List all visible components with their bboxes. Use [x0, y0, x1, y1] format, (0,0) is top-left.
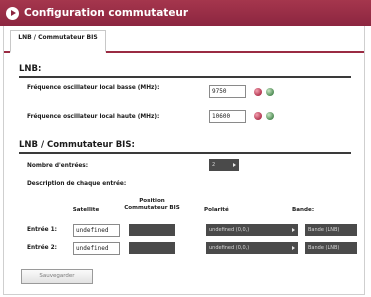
window-titlebar: Configuration commutateur [0, 0, 371, 26]
row-1-band-value: Bande (LNB) [308, 227, 340, 233]
row-1-position-select[interactable] [129, 224, 175, 236]
input-count-select[interactable]: 2 [209, 159, 239, 171]
low-freq-green-indicator-icon[interactable] [266, 88, 274, 96]
lnb-section-rule [19, 76, 351, 78]
bis-section-rule [19, 152, 351, 154]
row-1-polarity-select[interactable]: undefined (0,0,) [206, 224, 298, 236]
high-freq-label: Fréquence oscillateur local haute (MHz): [27, 114, 160, 120]
row-2-polarity-value: undefined (0,0,) [209, 245, 250, 251]
col-header-band: Bande: [292, 207, 315, 213]
input-count-value: 2 [212, 162, 216, 168]
tab-lnb-commutateur-bis[interactable]: LNB / Commutateur BIS [10, 30, 106, 53]
row-2-label: Entrée 2: [27, 245, 57, 251]
row-2-polarity-select[interactable]: undefined (0,0,) [206, 242, 298, 254]
row-1-label: Entrée 1: [27, 227, 57, 233]
high-freq-red-indicator-icon[interactable] [254, 112, 262, 120]
chevron-right-icon [233, 163, 236, 167]
chevron-right-icon [292, 246, 295, 250]
row-1-satellite-input[interactable]: undefined [73, 224, 120, 237]
play-circle-icon [6, 6, 19, 20]
low-freq-red-indicator-icon[interactable] [254, 88, 262, 96]
description-label: Description de chaque entrée: [27, 181, 127, 187]
config-panel: LNB / Commutateur BIS [3, 26, 365, 295]
high-freq-input[interactable]: 10600 [209, 110, 246, 123]
col-header-satellite: Satellite [72, 207, 100, 213]
input-count-label: Nombre d'entrées: [27, 163, 89, 169]
tab-strip: LNB / Commutateur BIS [4, 26, 364, 53]
col-header-position: Position Commutateur BIS [124, 198, 180, 211]
bis-section-title: LNB / Commutateur BIS: [19, 140, 135, 150]
save-button[interactable]: Sauvegarder [21, 269, 93, 284]
low-freq-input[interactable]: 9750 [209, 85, 246, 98]
row-1-polarity-value: undefined (0,0,) [209, 227, 250, 233]
chevron-right-icon [292, 228, 295, 232]
row-2-band-value: Bande (LNB) [308, 245, 340, 251]
window-title: Configuration commutateur [24, 7, 189, 19]
row-2-band-select[interactable]: Bande (LNB) [305, 242, 357, 254]
high-freq-green-indicator-icon[interactable] [266, 112, 274, 120]
lnb-section-title: LNB: [19, 64, 42, 74]
row-2-satellite-input[interactable]: undefined [73, 242, 120, 255]
low-freq-label: Fréquence oscillateur local basse (MHz): [27, 85, 160, 91]
col-header-polarity: Polarité [204, 207, 229, 213]
row-2-position-select[interactable] [129, 242, 175, 254]
row-1-band-select[interactable]: Bande (LNB) [305, 224, 357, 236]
